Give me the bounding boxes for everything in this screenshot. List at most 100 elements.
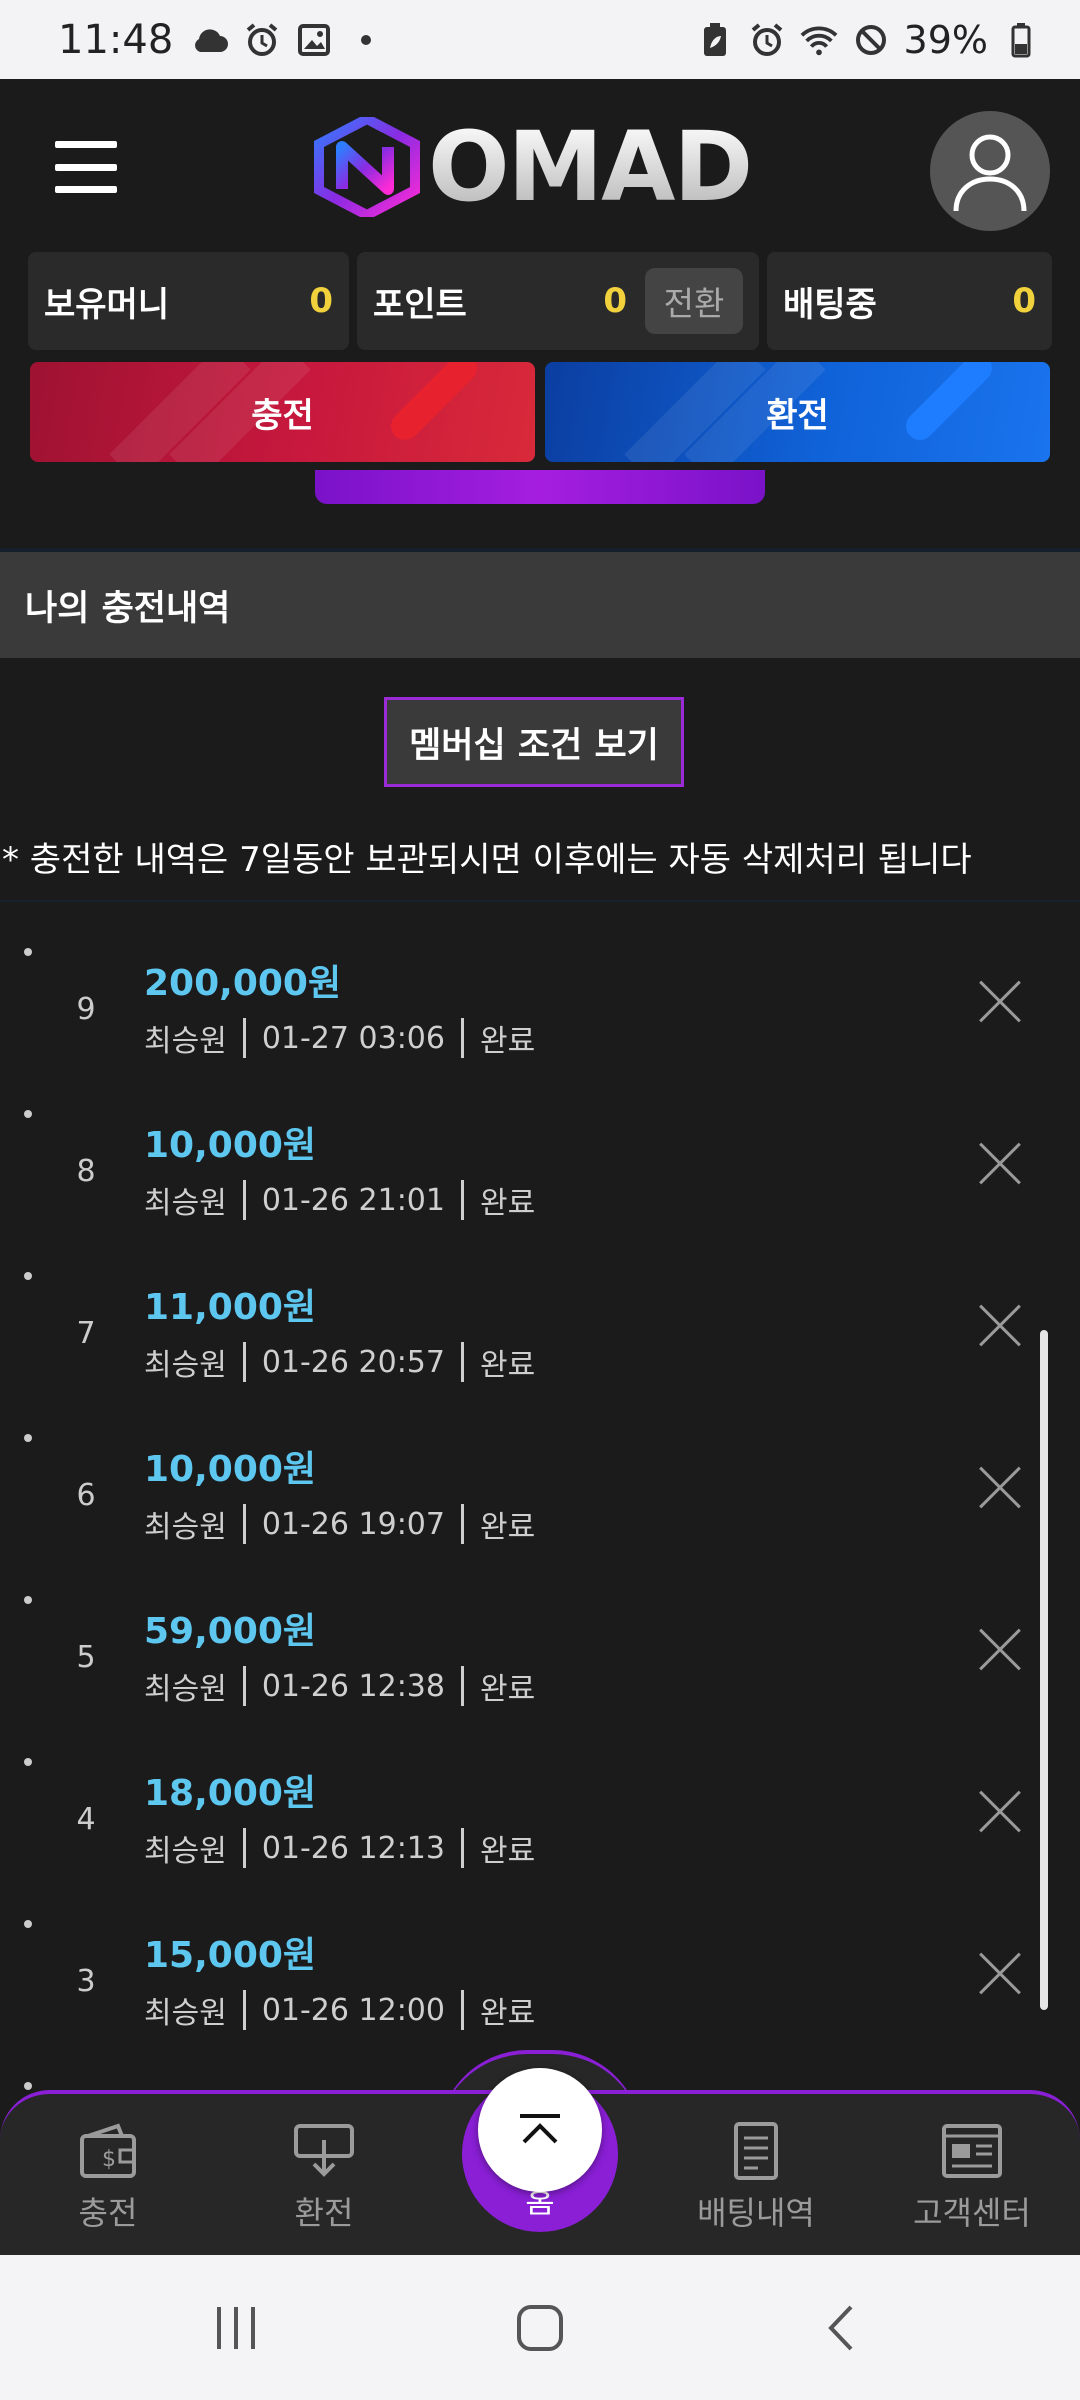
item-status: 완료 bbox=[479, 1186, 536, 1221]
user-avatar-icon[interactable] bbox=[930, 111, 1050, 231]
bullet-icon bbox=[24, 1434, 32, 1442]
atm-withdraw-icon bbox=[294, 2124, 354, 2177]
nav-support-label: 고객센터 bbox=[913, 2194, 1031, 2232]
delete-icon[interactable] bbox=[978, 1466, 1022, 1510]
battery-percent: 39% bbox=[903, 17, 988, 62]
list-item: 7 11,000원 최승원 01-26 20:57 완료 bbox=[0, 1226, 1080, 1388]
item-status: 완료 bbox=[479, 1348, 536, 1383]
deposit-button[interactable]: 충전 bbox=[30, 362, 535, 462]
system-navigation-bar bbox=[0, 2255, 1080, 2400]
withdraw-button[interactable]: 환전 bbox=[545, 362, 1050, 462]
delete-icon[interactable] bbox=[978, 1790, 1022, 1834]
bullet-icon bbox=[24, 1110, 32, 1118]
app-header: OMAD bbox=[0, 79, 1080, 252]
chevron-up-icon bbox=[520, 2114, 560, 2144]
battery-saver-icon bbox=[696, 21, 734, 59]
bullet-icon bbox=[24, 948, 32, 956]
nomad-logo[interactable]: OMAD bbox=[312, 117, 772, 217]
points-label: 포인트 bbox=[373, 284, 467, 325]
item-meta: 최승원 01-26 12:13 완료 bbox=[144, 1826, 535, 1870]
document-icon bbox=[734, 2122, 778, 2180]
item-number: 6 bbox=[76, 1478, 96, 1513]
item-datetime: 01-26 12:38 bbox=[261, 1668, 445, 1704]
item-name: 최승원 bbox=[144, 1672, 227, 1707]
money-value: 0 bbox=[309, 281, 333, 321]
withdraw-button-label: 환전 bbox=[766, 395, 829, 436]
nav-betting-history-label: 배팅내역 bbox=[697, 2194, 815, 2232]
alarm-icon bbox=[243, 21, 281, 59]
convert-points-button[interactable]: 전환 bbox=[645, 268, 743, 334]
list-item: 4 18,000원 최승원 01-26 12:13 완료 bbox=[0, 1712, 1080, 1874]
points-balance: 포인트 0 전환 bbox=[357, 252, 759, 350]
item-name: 최승원 bbox=[144, 1996, 227, 2031]
logo-text: OMAD bbox=[428, 111, 753, 223]
hamburger-menu-icon[interactable] bbox=[55, 141, 117, 193]
item-amount: 18,000원 bbox=[144, 1773, 317, 1814]
status-bar: 11:48 39% bbox=[0, 0, 1080, 79]
item-status: 완료 bbox=[479, 1834, 536, 1869]
item-status: 완료 bbox=[479, 1996, 536, 2031]
membership-conditions-button[interactable]: 멤버십 조건 보기 bbox=[384, 697, 684, 787]
dnd-icon bbox=[852, 21, 890, 59]
alarm-icon bbox=[748, 21, 786, 59]
gallery-icon bbox=[295, 21, 333, 59]
item-meta: 최승원 01-26 19:07 완료 bbox=[144, 1502, 535, 1546]
item-number: 5 bbox=[76, 1640, 96, 1675]
item-amount: 59,000원 bbox=[144, 1611, 317, 1652]
item-meta: 최승원 01-26 21:01 완료 bbox=[144, 1178, 535, 1222]
list-item: 8 10,000원 최승원 01-26 21:01 완료 bbox=[0, 1064, 1080, 1226]
betting-label: 배팅중 bbox=[783, 284, 877, 325]
back-icon[interactable] bbox=[802, 2293, 882, 2363]
retention-notice: * 충전한 내역은 7일동안 보관되시면 이후에는 자동 삭제처리 됩니다 bbox=[2, 840, 972, 880]
delete-icon[interactable] bbox=[978, 1142, 1022, 1186]
bullet-icon bbox=[24, 1272, 32, 1280]
item-number: 7 bbox=[76, 1316, 96, 1351]
nav-deposit-label: 충전 bbox=[78, 2194, 138, 2232]
item-datetime: 01-26 12:00 bbox=[261, 1992, 445, 2028]
wifi-icon bbox=[800, 21, 838, 59]
nav-betting-history[interactable]: 배팅내역 bbox=[656, 2120, 856, 2234]
item-meta: 최승원 01-26 12:00 완료 bbox=[144, 1988, 535, 2032]
recent-apps-icon[interactable] bbox=[196, 2293, 276, 2363]
item-status: 완료 bbox=[479, 1510, 536, 1545]
svg-text:$: $ bbox=[102, 2147, 116, 2172]
cloud-icon bbox=[191, 21, 229, 59]
item-number: 9 bbox=[76, 992, 96, 1027]
page-title: 나의 충전내역 bbox=[0, 552, 1080, 658]
item-datetime: 01-26 19:07 bbox=[261, 1506, 445, 1542]
item-amount: 15,000원 bbox=[144, 1935, 317, 1976]
scrollbar[interactable] bbox=[1040, 1330, 1048, 2010]
betting-balance: 배팅중 0 bbox=[767, 252, 1052, 350]
balance-bar: 보유머니 0 포인트 0 전환 배팅중 0 bbox=[28, 252, 1052, 350]
item-amount: 11,000원 bbox=[144, 1287, 317, 1328]
nav-support[interactable]: 고객센터 bbox=[872, 2120, 1072, 2234]
delete-icon[interactable] bbox=[978, 1952, 1022, 1996]
dot-icon bbox=[347, 21, 385, 59]
bullet-icon bbox=[24, 1596, 32, 1604]
scroll-to-top-button[interactable] bbox=[478, 2068, 602, 2192]
money-balance: 보유머니 0 bbox=[28, 252, 349, 350]
bullet-icon bbox=[24, 1920, 32, 1928]
betting-value: 0 bbox=[1012, 281, 1036, 321]
bullet-icon bbox=[24, 2082, 32, 2090]
item-datetime: 01-27 03:06 bbox=[261, 1020, 445, 1056]
item-meta: 최승원 01-26 12:38 완료 bbox=[144, 1664, 535, 1708]
nav-deposit[interactable]: $ 충전 bbox=[8, 2120, 208, 2234]
delete-icon[interactable] bbox=[978, 1628, 1022, 1672]
money-label: 보유머니 bbox=[44, 284, 170, 325]
item-number: 4 bbox=[76, 1802, 96, 1837]
points-value: 0 bbox=[603, 281, 627, 321]
item-name: 최승원 bbox=[144, 1186, 227, 1221]
nav-withdraw[interactable]: 환전 bbox=[224, 2120, 424, 2234]
list-item: 3 15,000원 최승원 01-26 12:00 완료 bbox=[0, 1874, 1080, 2036]
home-icon[interactable] bbox=[500, 2293, 580, 2363]
delete-icon[interactable] bbox=[978, 1304, 1022, 1348]
deposit-button-label: 충전 bbox=[251, 395, 314, 436]
delete-icon[interactable] bbox=[978, 980, 1022, 1024]
purple-banner-tab[interactable] bbox=[315, 470, 765, 504]
item-number: 8 bbox=[76, 1154, 96, 1189]
battery-icon bbox=[1002, 21, 1040, 59]
deposit-history-list: 9 200,000원 최승원 01-27 03:06 완료 8 10,000원 … bbox=[0, 902, 1080, 2102]
item-number: 3 bbox=[76, 1964, 96, 1999]
item-datetime: 01-26 12:13 bbox=[261, 1830, 445, 1866]
